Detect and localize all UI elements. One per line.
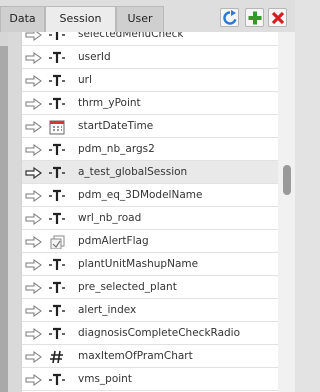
arrow-icon[interactable]: [25, 349, 43, 363]
arrow-icon[interactable]: [25, 257, 43, 271]
text-type-icon: [48, 211, 66, 225]
tab-user[interactable]: User: [116, 6, 164, 32]
variable-name: pre_selected_plant: [78, 281, 177, 293]
text-type-icon: [48, 257, 66, 271]
variable-name: thrm_yPoint: [78, 97, 141, 109]
list-item[interactable]: thrm_yPoint: [22, 92, 278, 115]
list-item[interactable]: maxItemOfPramChart: [22, 345, 278, 368]
list-item[interactable]: url: [22, 69, 278, 92]
list-item[interactable]: alert_index: [22, 299, 278, 322]
arrow-icon[interactable]: [25, 280, 43, 294]
list-item[interactable]: pdm_eq_3DModelName: [22, 184, 278, 207]
arrow-icon[interactable]: [25, 211, 43, 225]
plus-icon: [248, 11, 262, 25]
arrow-icon[interactable]: [25, 303, 43, 317]
arrow-icon[interactable]: [25, 326, 43, 340]
list-item[interactable]: wrl_nb_road: [22, 207, 278, 230]
text-type-icon: [48, 372, 66, 386]
arrow-icon[interactable]: [25, 372, 43, 386]
arrow-icon[interactable]: [25, 165, 43, 180]
arrow-icon[interactable]: [25, 50, 43, 64]
session-variable-list: selectedMenuCheck userId url thrm_yPointsta…: [21, 32, 278, 392]
add-variable-button[interactable]: [245, 8, 264, 27]
variable-name: a_test_globalSession: [78, 166, 188, 178]
text-type-icon: [48, 142, 66, 156]
variable-name: pdm_eq_3DModelName: [78, 189, 203, 201]
text-type-icon: [48, 280, 66, 294]
list-item[interactable]: pre_selected_plant: [22, 276, 278, 299]
variable-name: maxItemOfPramChart: [78, 350, 193, 362]
tab-bar: Data Session User: [0, 0, 295, 32]
text-type-icon: [48, 303, 66, 317]
list-item[interactable]: plantUnitMashupName: [22, 253, 278, 276]
variable-name: wrl_nb_road: [78, 212, 142, 224]
arrow-icon[interactable]: [25, 188, 43, 202]
delete-variable-button[interactable]: [268, 8, 287, 27]
variable-name: diagnosisCompleteCheckRadio: [78, 327, 241, 339]
text-type-icon: [48, 50, 66, 64]
list-item[interactable]: vms_point: [22, 368, 278, 391]
session-panel: Data Session User selectedMenuCheck userI…: [0, 0, 295, 392]
scrollbar-thumb[interactable]: [283, 165, 291, 195]
arrow-icon[interactable]: [25, 119, 43, 133]
left-gutter: [0, 32, 8, 392]
arrow-icon[interactable]: [25, 73, 43, 87]
arrow-icon[interactable]: [25, 142, 43, 156]
text-type-icon: [48, 96, 66, 110]
variable-name: userId: [78, 51, 111, 63]
close-icon: [271, 11, 285, 25]
variable-name: startDateTime: [78, 120, 154, 132]
list-item[interactable]: startDateTime: [22, 115, 278, 138]
variable-name: pdm_nb_args2: [78, 143, 155, 155]
variable-name: pdmAlertFlag: [78, 235, 149, 247]
calendar-icon: [48, 119, 66, 135]
text-type-icon: [48, 32, 66, 41]
tab-session[interactable]: Session: [45, 6, 116, 32]
scrollbar-track[interactable]: [278, 32, 295, 392]
refresh-button[interactable]: [220, 8, 239, 27]
tab-data[interactable]: Data: [0, 6, 45, 32]
arrow-icon[interactable]: [25, 234, 43, 248]
refresh-icon: [223, 10, 237, 25]
text-type-icon: [48, 188, 66, 202]
arrow-icon[interactable]: [25, 32, 43, 41]
list-item[interactable]: selectedMenuCheck: [22, 32, 278, 46]
variable-name: plantUnitMashupName: [78, 258, 199, 270]
text-type-icon: [48, 73, 66, 87]
variable-name: selectedMenuCheck: [78, 32, 184, 40]
variable-name: vms_point: [78, 373, 132, 385]
checkbox-type-icon: [48, 234, 66, 250]
list-item[interactable]: userId: [22, 46, 278, 69]
text-type-icon: [48, 326, 66, 340]
list-item[interactable]: diagnosisCompleteCheckRadio: [22, 322, 278, 345]
text-type-icon: [48, 165, 66, 179]
arrow-icon[interactable]: [25, 96, 43, 110]
number-type-icon: [48, 349, 66, 364]
variable-name: url: [78, 74, 92, 86]
list-item[interactable]: a_test_globalSession: [22, 161, 278, 184]
list-item[interactable]: pdmAlertFlag: [22, 230, 278, 253]
variable-name: alert_index: [78, 304, 137, 316]
list-item[interactable]: pdm_nb_args2: [22, 138, 278, 161]
